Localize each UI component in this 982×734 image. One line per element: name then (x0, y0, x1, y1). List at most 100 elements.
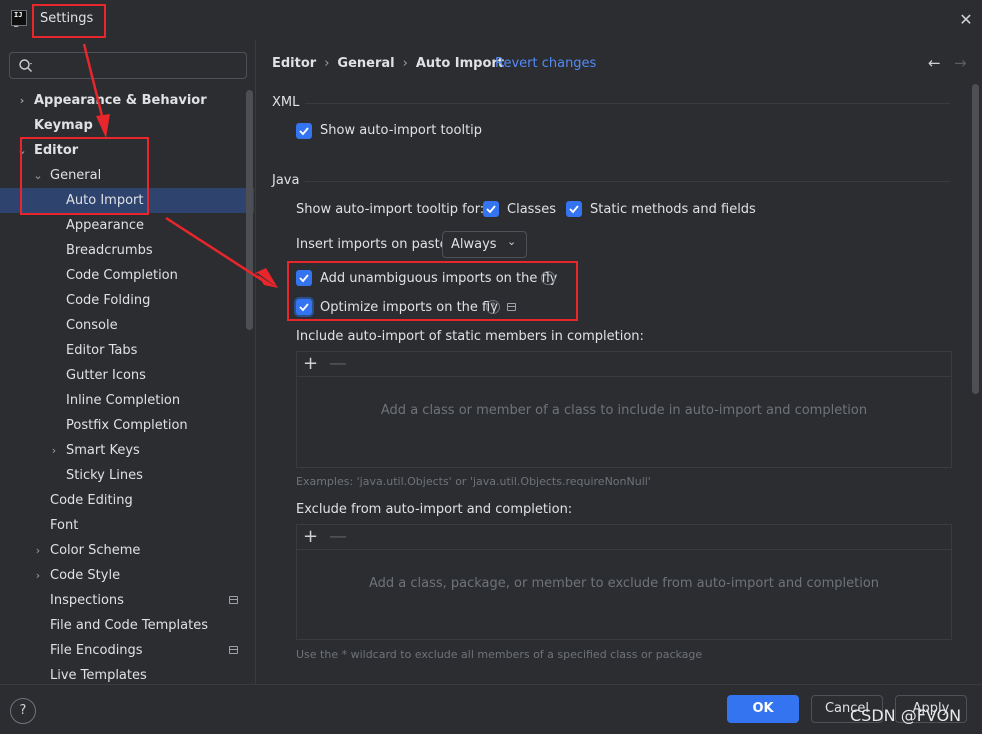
sidebar-item[interactable]: Code Editing (0, 488, 254, 513)
sidebar-item-label: File Encodings (50, 643, 143, 658)
section-divider (305, 103, 950, 104)
breadcrumb-auto-import: Auto Import (415, 56, 505, 71)
sidebar-item[interactable]: Breadcrumbs (0, 238, 254, 263)
sidebar-item-label: Postfix Completion (66, 418, 188, 433)
forward-arrow-icon[interactable]: → (954, 54, 967, 72)
exclude-list[interactable]: + — Add a class, package, or member to e… (296, 524, 952, 640)
breadcrumb: Editor › General › Auto Import (272, 56, 504, 71)
breadcrumb-separator: › (402, 56, 408, 71)
sidebar-item-label: Font (50, 518, 79, 533)
dialog-footer: ? OK Cancel Apply CSDN @FVON (0, 684, 982, 734)
breadcrumb-editor[interactable]: Editor (272, 56, 316, 71)
sidebar-item[interactable]: › Color Scheme (0, 538, 254, 563)
sidebar-item[interactable]: File and Code Templates (0, 613, 254, 638)
watermark: CSDN @FVON (850, 706, 962, 725)
chevron-right-icon[interactable]: › (48, 438, 60, 463)
add-icon[interactable]: + (303, 525, 318, 549)
tooltip-for-label: Show auto-import tooltip for: (296, 202, 485, 217)
sidebar-item[interactable]: Inline Completion (0, 388, 254, 413)
sidebar-item-label: Inline Completion (66, 393, 181, 408)
help-button[interactable]: ? (10, 698, 36, 724)
auto-import-panel: Editor › General › Auto Import Revert change… (257, 40, 982, 684)
back-arrow-icon[interactable]: ← (928, 54, 941, 72)
insert-on-paste-value: Always (451, 237, 497, 252)
sidebar-item-label: Gutter Icons (66, 368, 146, 383)
include-hint: Examples: 'java.util.Objects' or 'java.u… (296, 475, 651, 488)
sidebar-item-label: Smart Keys (66, 443, 140, 458)
insert-on-paste-select[interactable]: Always ⌄ (442, 231, 527, 258)
sidebar-item[interactable]: Code Completion (0, 263, 254, 288)
sidebar-item[interactable]: Code Folding (0, 288, 254, 313)
sidebar-item[interactable]: File Encodings (0, 638, 254, 663)
search-icon (19, 59, 32, 72)
project-scope-icon (229, 646, 238, 654)
sidebar-item-label: Keymap (34, 118, 93, 133)
sidebar-item[interactable]: › Code Style (0, 563, 254, 588)
add-icon[interactable]: + (303, 352, 318, 376)
sidebar-item-label: Code Style (50, 568, 121, 583)
classes-label: Classes (507, 202, 556, 217)
sidebar-item-label: Appearance & Behavior (34, 93, 207, 108)
remove-icon[interactable]: — (329, 352, 347, 376)
static-methods-label: Static methods and fields (590, 202, 756, 217)
sidebar-item-label: Console (66, 318, 118, 333)
sidebar-item[interactable]: Keymap (0, 113, 254, 138)
java-section-title: Java (272, 173, 300, 188)
exclude-hint: Use the * wildcard to exclude all member… (296, 648, 703, 661)
sidebar-item[interactable]: Inspections (0, 588, 254, 613)
sidebar-item-label: Appearance (66, 218, 145, 233)
list-toolbar: + — (297, 525, 951, 550)
exclude-label: Exclude from auto-import and completion: (296, 502, 573, 517)
sidebar-item[interactable]: Editor Tabs (0, 338, 254, 363)
chevron-down-icon: ⌄ (507, 235, 517, 248)
check-icon (569, 205, 579, 214)
sidebar-item[interactable]: Appearance (0, 213, 254, 238)
xml-section-title: XML (272, 95, 300, 110)
include-empty-text: Add a class or member of a class to incl… (380, 403, 868, 418)
annotation-box-auto-import (20, 137, 149, 215)
annotation-box-settings (32, 4, 106, 38)
exclude-empty-text: Add a class, package, or member to exclu… (368, 576, 880, 591)
chevron-right-icon[interactable]: › (32, 538, 44, 563)
sidebar-item-label: Code Editing (50, 493, 133, 508)
section-divider (305, 181, 950, 182)
include-static-label: Include auto-import of static members in… (296, 329, 644, 344)
sidebar-item[interactable]: Gutter Icons (0, 363, 254, 388)
breadcrumb-separator: › (324, 56, 330, 71)
insert-on-paste-label: Insert imports on paste: (296, 237, 453, 252)
close-icon[interactable]: ✕ (956, 10, 976, 30)
sidebar-item-label: Code Folding (66, 293, 151, 308)
check-icon (299, 127, 309, 136)
sidebar-item[interactable]: Font (0, 513, 254, 538)
intellij-logo-icon: IJ _ (11, 10, 27, 27)
sidebar-scrollbar[interactable] (246, 90, 253, 330)
chevron-right-icon[interactable]: › (16, 88, 28, 113)
breadcrumb-general[interactable]: General (337, 56, 394, 71)
sidebar-item[interactable]: Console (0, 313, 254, 338)
sidebar-item[interactable]: Sticky Lines (0, 463, 254, 488)
classes-checkbox[interactable] (483, 201, 499, 217)
check-icon (486, 205, 496, 214)
main-scrollbar[interactable] (972, 84, 979, 394)
sidebar-item[interactable]: › Smart Keys (0, 438, 254, 463)
chevron-right-icon[interactable]: › (32, 563, 44, 588)
ok-button[interactable]: OK (727, 695, 799, 723)
sidebar-item-label: Sticky Lines (66, 468, 143, 483)
revert-changes-link[interactable]: Revert changes (495, 56, 596, 71)
list-toolbar: + — (297, 352, 951, 377)
include-static-list[interactable]: + — Add a class or member of a class to … (296, 351, 952, 468)
sidebar-item-label: File and Code Templates (50, 618, 208, 633)
sidebar-item-label: Color Scheme (50, 543, 141, 558)
sidebar-item-label: Editor Tabs (66, 343, 138, 358)
sidebar-item[interactable]: › Appearance & Behavior (0, 88, 254, 113)
show-tooltip-xml-checkbox[interactable] (296, 123, 312, 139)
project-scope-icon (229, 596, 238, 604)
search-input[interactable] (9, 52, 247, 79)
sidebar-item-label: Breadcrumbs (66, 243, 153, 258)
sidebar-item-label: Inspections (50, 593, 124, 608)
sidebar-item[interactable]: Postfix Completion (0, 413, 254, 438)
remove-icon[interactable]: — (329, 525, 347, 549)
sidebar-item-label: Code Completion (66, 268, 178, 283)
show-tooltip-xml-label: Show auto-import tooltip (320, 123, 483, 138)
static-methods-checkbox[interactable] (566, 201, 582, 217)
